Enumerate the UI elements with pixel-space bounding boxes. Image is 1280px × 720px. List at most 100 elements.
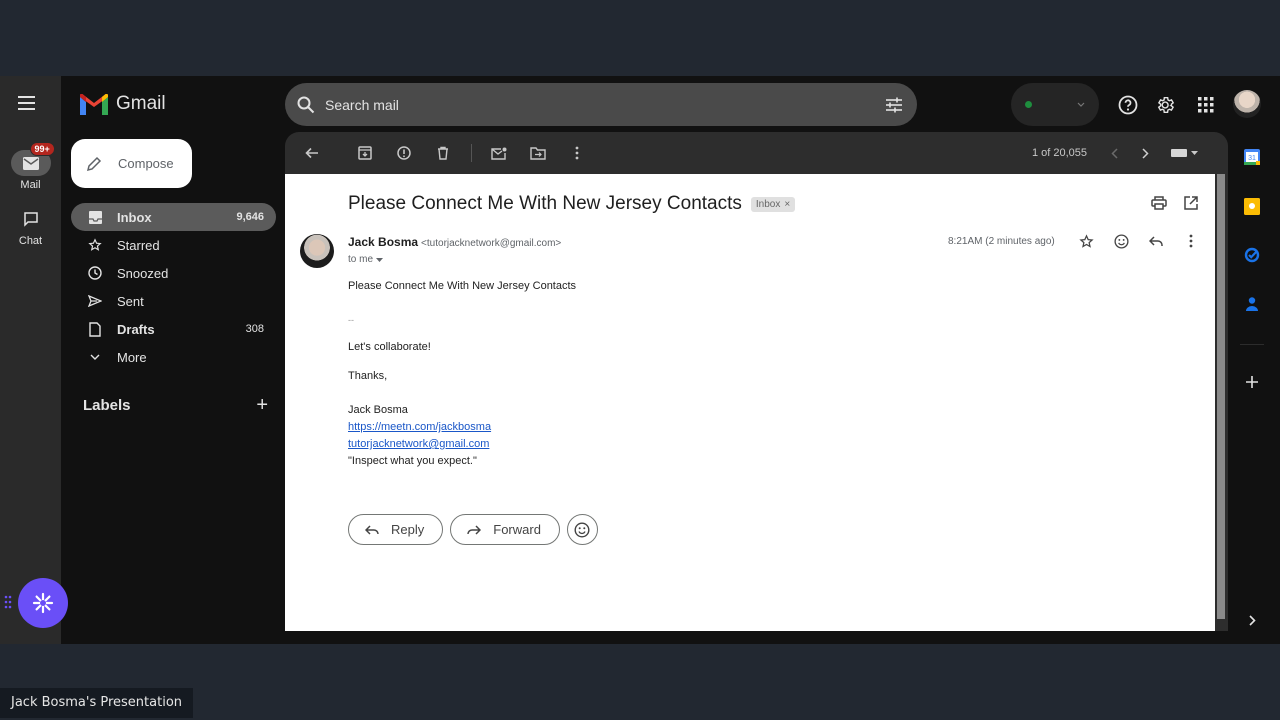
delete-button[interactable]: [432, 142, 454, 164]
show-side-panel-button[interactable]: [1243, 611, 1261, 629]
compose-label: Compose: [118, 156, 174, 171]
forward-label: Forward: [493, 522, 541, 537]
assistant-fab-button[interactable]: [18, 578, 68, 628]
status-selector[interactable]: [1011, 83, 1099, 126]
calendar-icon: 31: [1244, 149, 1260, 165]
gmail-window: 99+ Mail Chat Gmail Compose Inbox 9,646 …: [0, 76, 1280, 644]
recipients-toggle[interactable]: to me: [348, 254, 383, 265]
sender-avatar[interactable]: [300, 234, 334, 268]
sender-email: <tutorjacknetwork@gmail.com>: [421, 238, 562, 249]
message-scrollbar[interactable]: [1217, 174, 1225, 619]
report-spam-button[interactable]: [393, 142, 415, 164]
help-icon: [1118, 95, 1138, 115]
clock-icon: [88, 266, 102, 280]
search-options-icon[interactable]: [885, 97, 903, 113]
message-toolbar: 1 of 20,055: [285, 132, 1228, 174]
forward-button[interactable]: Forward: [450, 514, 560, 545]
nav-count: 9,646: [236, 211, 264, 223]
subject-text: Please Connect Me With New Jersey Contac…: [348, 193, 742, 214]
back-button[interactable]: [301, 142, 323, 164]
account-avatar[interactable]: [1233, 90, 1261, 118]
chevron-down-icon: [90, 354, 100, 360]
message-view: Please Connect Me With New Jersey Contac…: [285, 174, 1215, 631]
get-addons-button[interactable]: [1243, 373, 1261, 391]
contacts-icon: [1246, 297, 1258, 311]
older-button[interactable]: [1142, 147, 1149, 159]
star-icon: [88, 238, 102, 251]
report-icon: [397, 146, 411, 160]
mark-unread-icon: [491, 147, 507, 160]
side-panel-divider: [1240, 344, 1264, 345]
remove-label-button[interactable]: ×: [784, 199, 790, 210]
archive-button[interactable]: [354, 142, 376, 164]
search-input[interactable]: Search mail: [325, 97, 885, 113]
mark-unread-button[interactable]: [488, 142, 510, 164]
nav-item-snoozed[interactable]: Snoozed: [71, 259, 276, 287]
search-icon: [297, 96, 315, 113]
calendar-day: 31: [1248, 155, 1256, 162]
nav-label: Snoozed: [117, 265, 169, 281]
tasks-app-button[interactable]: [1243, 246, 1261, 264]
caret-down-icon[interactable]: [1191, 151, 1198, 155]
tasks-icon: [1244, 247, 1260, 263]
drag-handle-icon[interactable]: [4, 595, 12, 614]
contacts-app-button[interactable]: [1243, 295, 1261, 313]
main-menu-button[interactable]: [18, 96, 42, 112]
pagination: 1 of 20,055: [1032, 132, 1198, 174]
rail-item-mail[interactable]: 99+ Mail: [0, 142, 61, 191]
settings-button[interactable]: [1154, 93, 1178, 117]
emoji-reaction-icon[interactable]: [1114, 234, 1129, 249]
nav-count: 308: [245, 323, 264, 335]
trash-icon: [438, 146, 448, 160]
nav-label: Drafts: [117, 321, 155, 337]
sparkle-icon: [32, 592, 54, 614]
rail-item-chat[interactable]: Chat: [0, 206, 61, 247]
more-options-button[interactable]: [566, 142, 588, 164]
nav-item-inbox[interactable]: Inbox 9,646: [71, 203, 276, 231]
gmail-wordmark: Gmail: [116, 93, 166, 114]
reply-icon[interactable]: [1149, 236, 1163, 247]
body-line: Let's collaborate!: [348, 341, 431, 353]
chip-label: Inbox: [755, 198, 781, 210]
signature-link[interactable]: https://meetn.com/jackbosma: [348, 419, 576, 436]
nav-item-starred[interactable]: Starred: [71, 231, 276, 259]
emoji-react-button[interactable]: [566, 514, 598, 545]
print-icon[interactable]: [1151, 196, 1167, 210]
add-label-button[interactable]: +: [256, 394, 268, 417]
open-new-window-icon[interactable]: [1184, 196, 1198, 210]
apps-button[interactable]: [1194, 93, 1218, 117]
help-button[interactable]: [1116, 93, 1140, 117]
nav-label: Sent: [117, 293, 144, 309]
reply-icon: [365, 524, 379, 535]
nav-item-drafts[interactable]: Drafts 308: [71, 315, 276, 343]
signature-quote: "Inspect what you expect.": [348, 455, 477, 467]
nav-item-sent[interactable]: Sent: [71, 287, 276, 315]
keyboard-icon[interactable]: [1171, 149, 1187, 157]
forward-icon: [467, 524, 482, 535]
chat-icon: [23, 212, 38, 227]
more-vert-icon[interactable]: [1189, 234, 1193, 248]
sender-name[interactable]: Jack Bosma: [348, 235, 418, 249]
plus-icon: [1246, 376, 1258, 388]
rail-label-mail: Mail: [20, 179, 41, 191]
calendar-app-button[interactable]: 31: [1243, 148, 1261, 166]
signature-email-link[interactable]: tutorjacknetwork@gmail.com: [348, 436, 576, 453]
reply-label: Reply: [391, 522, 425, 537]
draft-icon: [89, 321, 101, 337]
inbox-label-chip: Inbox ×: [750, 196, 796, 212]
star-icon[interactable]: [1079, 234, 1094, 249]
gmail-logo[interactable]: Gmail: [80, 93, 166, 115]
arrow-left-icon: [305, 147, 318, 159]
move-to-button[interactable]: [527, 142, 549, 164]
reply-actions: Reply Forward: [348, 514, 598, 545]
newer-button[interactable]: [1111, 147, 1118, 159]
presenter-caption: Jack Bosma's Presentation: [0, 688, 194, 718]
compose-button[interactable]: Compose: [71, 139, 192, 188]
message-body: Please Connect Me With New Jersey Contac…: [348, 278, 576, 470]
nav-item-more[interactable]: More: [71, 343, 276, 371]
keep-app-button[interactable]: [1243, 197, 1261, 215]
reply-button[interactable]: Reply: [348, 514, 444, 545]
mail-icon: [22, 156, 39, 170]
search-bar[interactable]: Search mail: [285, 83, 917, 126]
keep-icon: [1244, 197, 1260, 215]
